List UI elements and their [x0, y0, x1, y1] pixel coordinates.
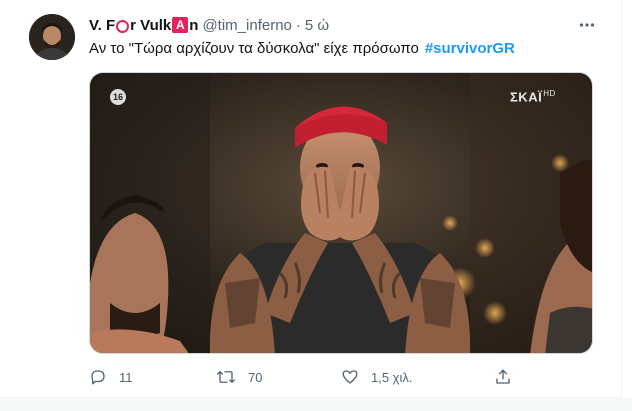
tweet-card[interactable]: V. F r Vulk A n @tim_inferno · 5 ώ Αν το…: [0, 0, 622, 398]
red-circle-emoji-icon: [116, 19, 130, 33]
like-count: 1,5 χιλ.: [371, 369, 413, 385]
tweet-body: Αν το "Τώρα αρχίζουν τα δύσκολα" είχε πρ…: [89, 40, 419, 57]
page: V. F r Vulk A n @tim_inferno · 5 ώ Αν το…: [0, 0, 632, 411]
channel-logo: ΣΚΑΪHD: [510, 89, 556, 104]
reply-count: 11: [119, 369, 133, 385]
reply-icon: [89, 368, 107, 386]
tweet-text: Αν το "Τώρα αρχίζουν τα δύσκολα" είχε πρ…: [89, 40, 515, 57]
red-a-button-emoji-icon: A: [172, 17, 189, 33]
share-button[interactable]: [494, 366, 512, 388]
like-icon: [341, 368, 359, 386]
channel-logo-text: ΣΚΑΪ: [510, 89, 543, 105]
avatar[interactable]: [29, 14, 75, 60]
user-handle[interactable]: @tim_inferno: [202, 17, 291, 34]
timeline-divider: [0, 398, 632, 411]
like-button[interactable]: 1,5 χιλ.: [341, 366, 413, 388]
display-name-part-1: V. F: [89, 16, 116, 34]
display-name-part-3: n: [189, 16, 199, 34]
tweet-timestamp[interactable]: 5 ώ: [305, 17, 329, 34]
hashtag-link[interactable]: #survivorGR: [425, 40, 515, 57]
age-rating-badge: 16: [110, 89, 126, 105]
tweet-actions: 11 70 1,5 χιλ.: [89, 366, 519, 388]
retweet-button[interactable]: 70: [216, 366, 262, 388]
display-name-part-2: r Vulk: [130, 16, 172, 34]
share-icon: [494, 368, 512, 386]
retweet-icon: [216, 368, 236, 386]
more-horizontal-icon[interactable]: [577, 15, 597, 35]
tweet-media-image[interactable]: 16 ΣΚΑΪHD: [89, 72, 593, 354]
tweet-header: V. F r Vulk A n @tim_inferno · 5 ώ: [89, 15, 329, 35]
channel-logo-suffix: HD: [543, 89, 556, 98]
separator-dot: ·: [295, 16, 301, 34]
display-name[interactable]: V. F r Vulk A n: [89, 17, 198, 34]
retweet-count: 70: [248, 369, 263, 385]
reply-button[interactable]: 11: [89, 366, 133, 388]
